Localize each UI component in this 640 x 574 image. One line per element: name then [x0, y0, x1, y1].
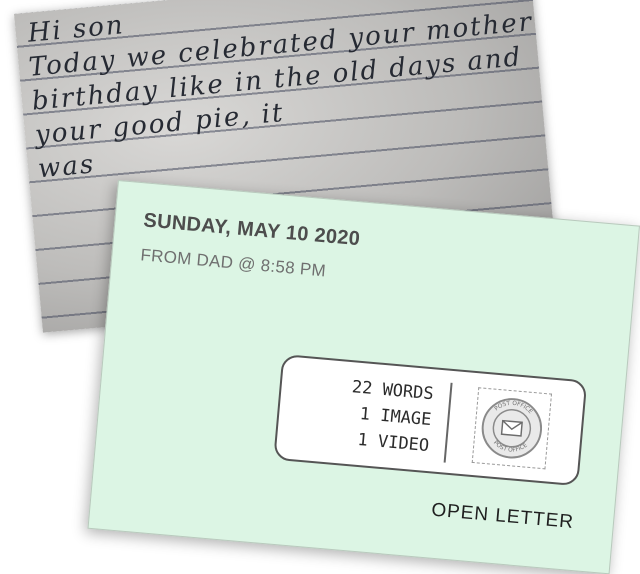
letter-date: SUNDAY, MAY 10 2020: [142, 209, 362, 251]
letter-line: was: [36, 149, 97, 185]
letter-sender-time: FROM DAD @ 8:58 PM: [139, 245, 327, 281]
letter-card[interactable]: SUNDAY, MAY 10 2020 FROM DAD @ 8:58 PM 2…: [87, 180, 640, 574]
content-counts: 22 WORDS 1 IMAGE 1 VIDEO: [288, 369, 434, 459]
post-office-stamp-icon: POST OFFICE POST OFFICE: [471, 387, 553, 470]
open-letter-button[interactable]: OPEN LETTER: [430, 500, 575, 534]
divider: [443, 382, 453, 463]
letter-contents-summary: 22 WORDS 1 IMAGE 1 VIDEO POST OFFICE POS…: [273, 353, 588, 487]
letter-line: Hi son: [26, 10, 126, 49]
